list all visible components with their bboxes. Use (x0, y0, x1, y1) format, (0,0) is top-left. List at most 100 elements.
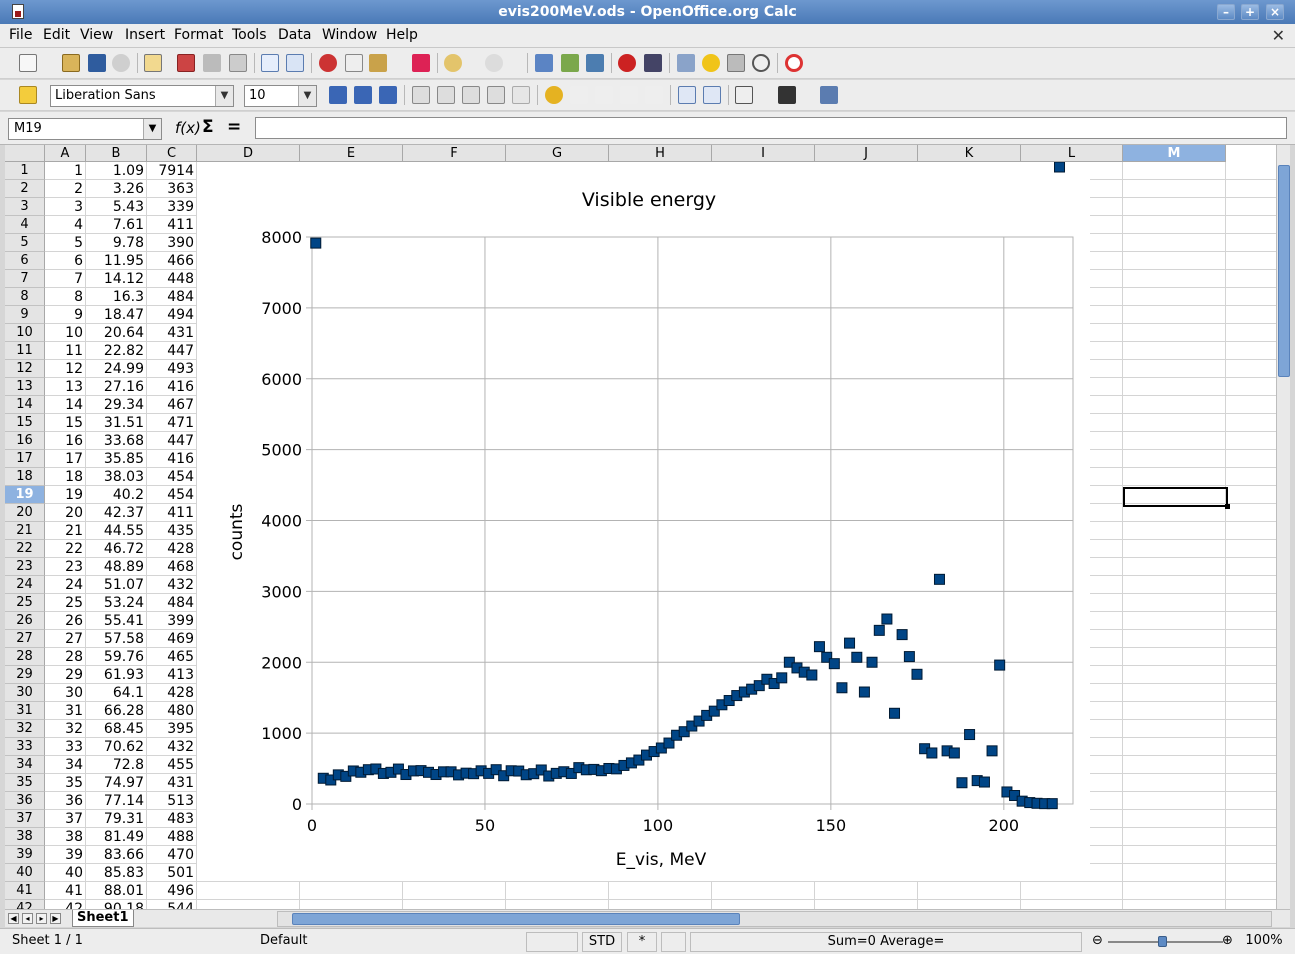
row-header-3[interactable]: 3 (5, 198, 45, 216)
cell-b10[interactable]: 20.64 (86, 324, 147, 342)
cell-a6[interactable]: 6 (45, 252, 86, 270)
menu-help[interactable]: Help (386, 27, 418, 43)
formula-input[interactable] (255, 117, 1287, 139)
row-header-26[interactable]: 26 (5, 612, 45, 630)
cell-b32[interactable]: 68.45 (86, 720, 147, 738)
menu-file[interactable]: File (9, 27, 32, 43)
cell-a28[interactable]: 28 (45, 648, 86, 666)
cell-c22[interactable]: 428 (147, 540, 197, 558)
cell-a11[interactable]: 11 (45, 342, 86, 360)
zoom-slider-knob[interactable] (1158, 936, 1167, 947)
align-center-icon[interactable] (437, 86, 455, 104)
cell-a19[interactable]: 19 (45, 486, 86, 504)
row-header-40[interactable]: 40 (5, 864, 45, 882)
cell-a3[interactable]: 3 (45, 198, 86, 216)
cell-a8[interactable]: 8 (45, 288, 86, 306)
zoom-level[interactable]: 100% (1240, 932, 1288, 952)
cell-c9[interactable]: 494 (147, 306, 197, 324)
hyperlink-icon[interactable] (535, 54, 553, 72)
function-wizard-icon[interactable]: f(x) (175, 119, 201, 137)
cell-b3[interactable]: 5.43 (86, 198, 147, 216)
row-header-6[interactable]: 6 (5, 252, 45, 270)
cell-a40[interactable]: 40 (45, 864, 86, 882)
cell-c36[interactable]: 513 (147, 792, 197, 810)
spreadsheet-grid[interactable]: 0 1000 2000 3000 4000 5000 6000 7000 8000 0 50 100 1… (5, 145, 1276, 909)
cell-b34[interactable]: 72.8 (86, 756, 147, 774)
add-decimal-icon[interactable] (620, 86, 638, 104)
close-window-button[interactable]: × (1266, 4, 1284, 20)
column-header-a[interactable]: A (45, 145, 86, 162)
column-header-i[interactable]: I (712, 145, 815, 162)
fill-handle[interactable] (1225, 504, 1230, 509)
cell-c33[interactable]: 432 (147, 738, 197, 756)
row-header-4[interactable]: 4 (5, 216, 45, 234)
save-icon[interactable] (88, 54, 106, 72)
navigator-icon[interactable] (702, 54, 720, 72)
cell-b15[interactable]: 31.51 (86, 414, 147, 432)
row-header-34[interactable]: 34 (5, 756, 45, 774)
cell-b40[interactable]: 85.83 (86, 864, 147, 882)
cell-c32[interactable]: 395 (147, 720, 197, 738)
column-header-f[interactable]: F (403, 145, 506, 162)
vertical-scroll-thumb[interactable] (1278, 165, 1290, 377)
cell-a16[interactable]: 16 (45, 432, 86, 450)
select-all-corner[interactable] (5, 145, 45, 162)
cell-b12[interactable]: 24.99 (86, 360, 147, 378)
cell-b21[interactable]: 44.55 (86, 522, 147, 540)
cell-a35[interactable]: 35 (45, 774, 86, 792)
cell-c2[interactable]: 363 (147, 180, 197, 198)
column-header-g[interactable]: G (506, 145, 609, 162)
row-header-17[interactable]: 17 (5, 450, 45, 468)
cell-c30[interactable]: 428 (147, 684, 197, 702)
cell-c16[interactable]: 447 (147, 432, 197, 450)
cell-a5[interactable]: 5 (45, 234, 86, 252)
font-size-box[interactable]: 10 ▼ (244, 85, 317, 107)
redo-icon[interactable] (485, 54, 503, 72)
cell-a33[interactable]: 33 (45, 738, 86, 756)
cell-b17[interactable]: 35.85 (86, 450, 147, 468)
justify-icon[interactable] (487, 86, 505, 104)
cell-a29[interactable]: 29 (45, 666, 86, 684)
bold-icon[interactable] (329, 86, 347, 104)
row-header-31[interactable]: 31 (5, 702, 45, 720)
cell-a12[interactable]: 12 (45, 360, 86, 378)
page-style[interactable]: Default (250, 932, 520, 952)
cell-c17[interactable]: 416 (147, 450, 197, 468)
decrease-indent-icon[interactable] (678, 86, 696, 104)
currency-format-icon[interactable] (545, 86, 563, 104)
row-header-25[interactable]: 25 (5, 594, 45, 612)
row-header-27[interactable]: 27 (5, 630, 45, 648)
cell-c25[interactable]: 484 (147, 594, 197, 612)
column-header-b[interactable]: B (86, 145, 147, 162)
menu-tools[interactable]: Tools (232, 27, 267, 43)
selected-cell-cursor[interactable] (1123, 487, 1228, 507)
row-header-12[interactable]: 12 (5, 360, 45, 378)
cell-b26[interactable]: 55.41 (86, 612, 147, 630)
cell-c15[interactable]: 471 (147, 414, 197, 432)
cell-a34[interactable]: 34 (45, 756, 86, 774)
cell-a9[interactable]: 9 (45, 306, 86, 324)
cell-a31[interactable]: 31 (45, 702, 86, 720)
print-preview-icon[interactable] (229, 54, 247, 72)
cell-c41[interactable]: 496 (147, 882, 197, 900)
row-header-15[interactable]: 15 (5, 414, 45, 432)
spellcheck-icon[interactable] (261, 54, 279, 72)
cell-b38[interactable]: 81.49 (86, 828, 147, 846)
column-header-d[interactable]: D (197, 145, 300, 162)
cell-b18[interactable]: 38.03 (86, 468, 147, 486)
delete-decimal-icon[interactable] (645, 86, 663, 104)
row-header-14[interactable]: 14 (5, 396, 45, 414)
underline-icon[interactable] (379, 86, 397, 104)
cell-c20[interactable]: 411 (147, 504, 197, 522)
row-header-2[interactable]: 2 (5, 180, 45, 198)
row-header-35[interactable]: 35 (5, 774, 45, 792)
cell-a36[interactable]: 36 (45, 792, 86, 810)
export-pdf-icon[interactable] (177, 54, 195, 72)
cell-b33[interactable]: 70.62 (86, 738, 147, 756)
cell-c6[interactable]: 466 (147, 252, 197, 270)
row-header-37[interactable]: 37 (5, 810, 45, 828)
cell-a22[interactable]: 22 (45, 540, 86, 558)
cell-b19[interactable]: 40.2 (86, 486, 147, 504)
cell-c12[interactable]: 493 (147, 360, 197, 378)
chevron-down-icon[interactable]: ▼ (298, 86, 316, 106)
